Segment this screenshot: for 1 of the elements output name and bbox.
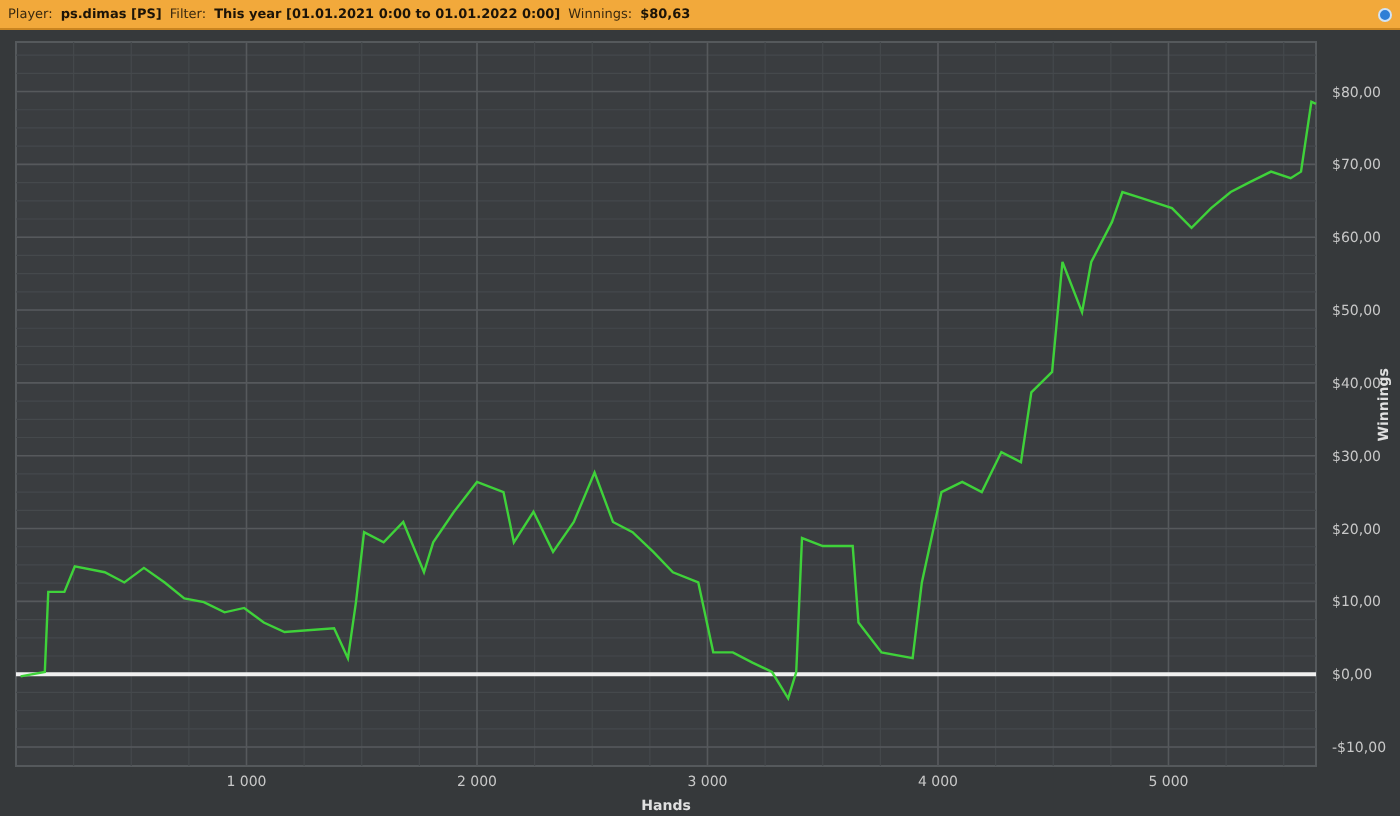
status-dot-icon [1378, 7, 1392, 21]
